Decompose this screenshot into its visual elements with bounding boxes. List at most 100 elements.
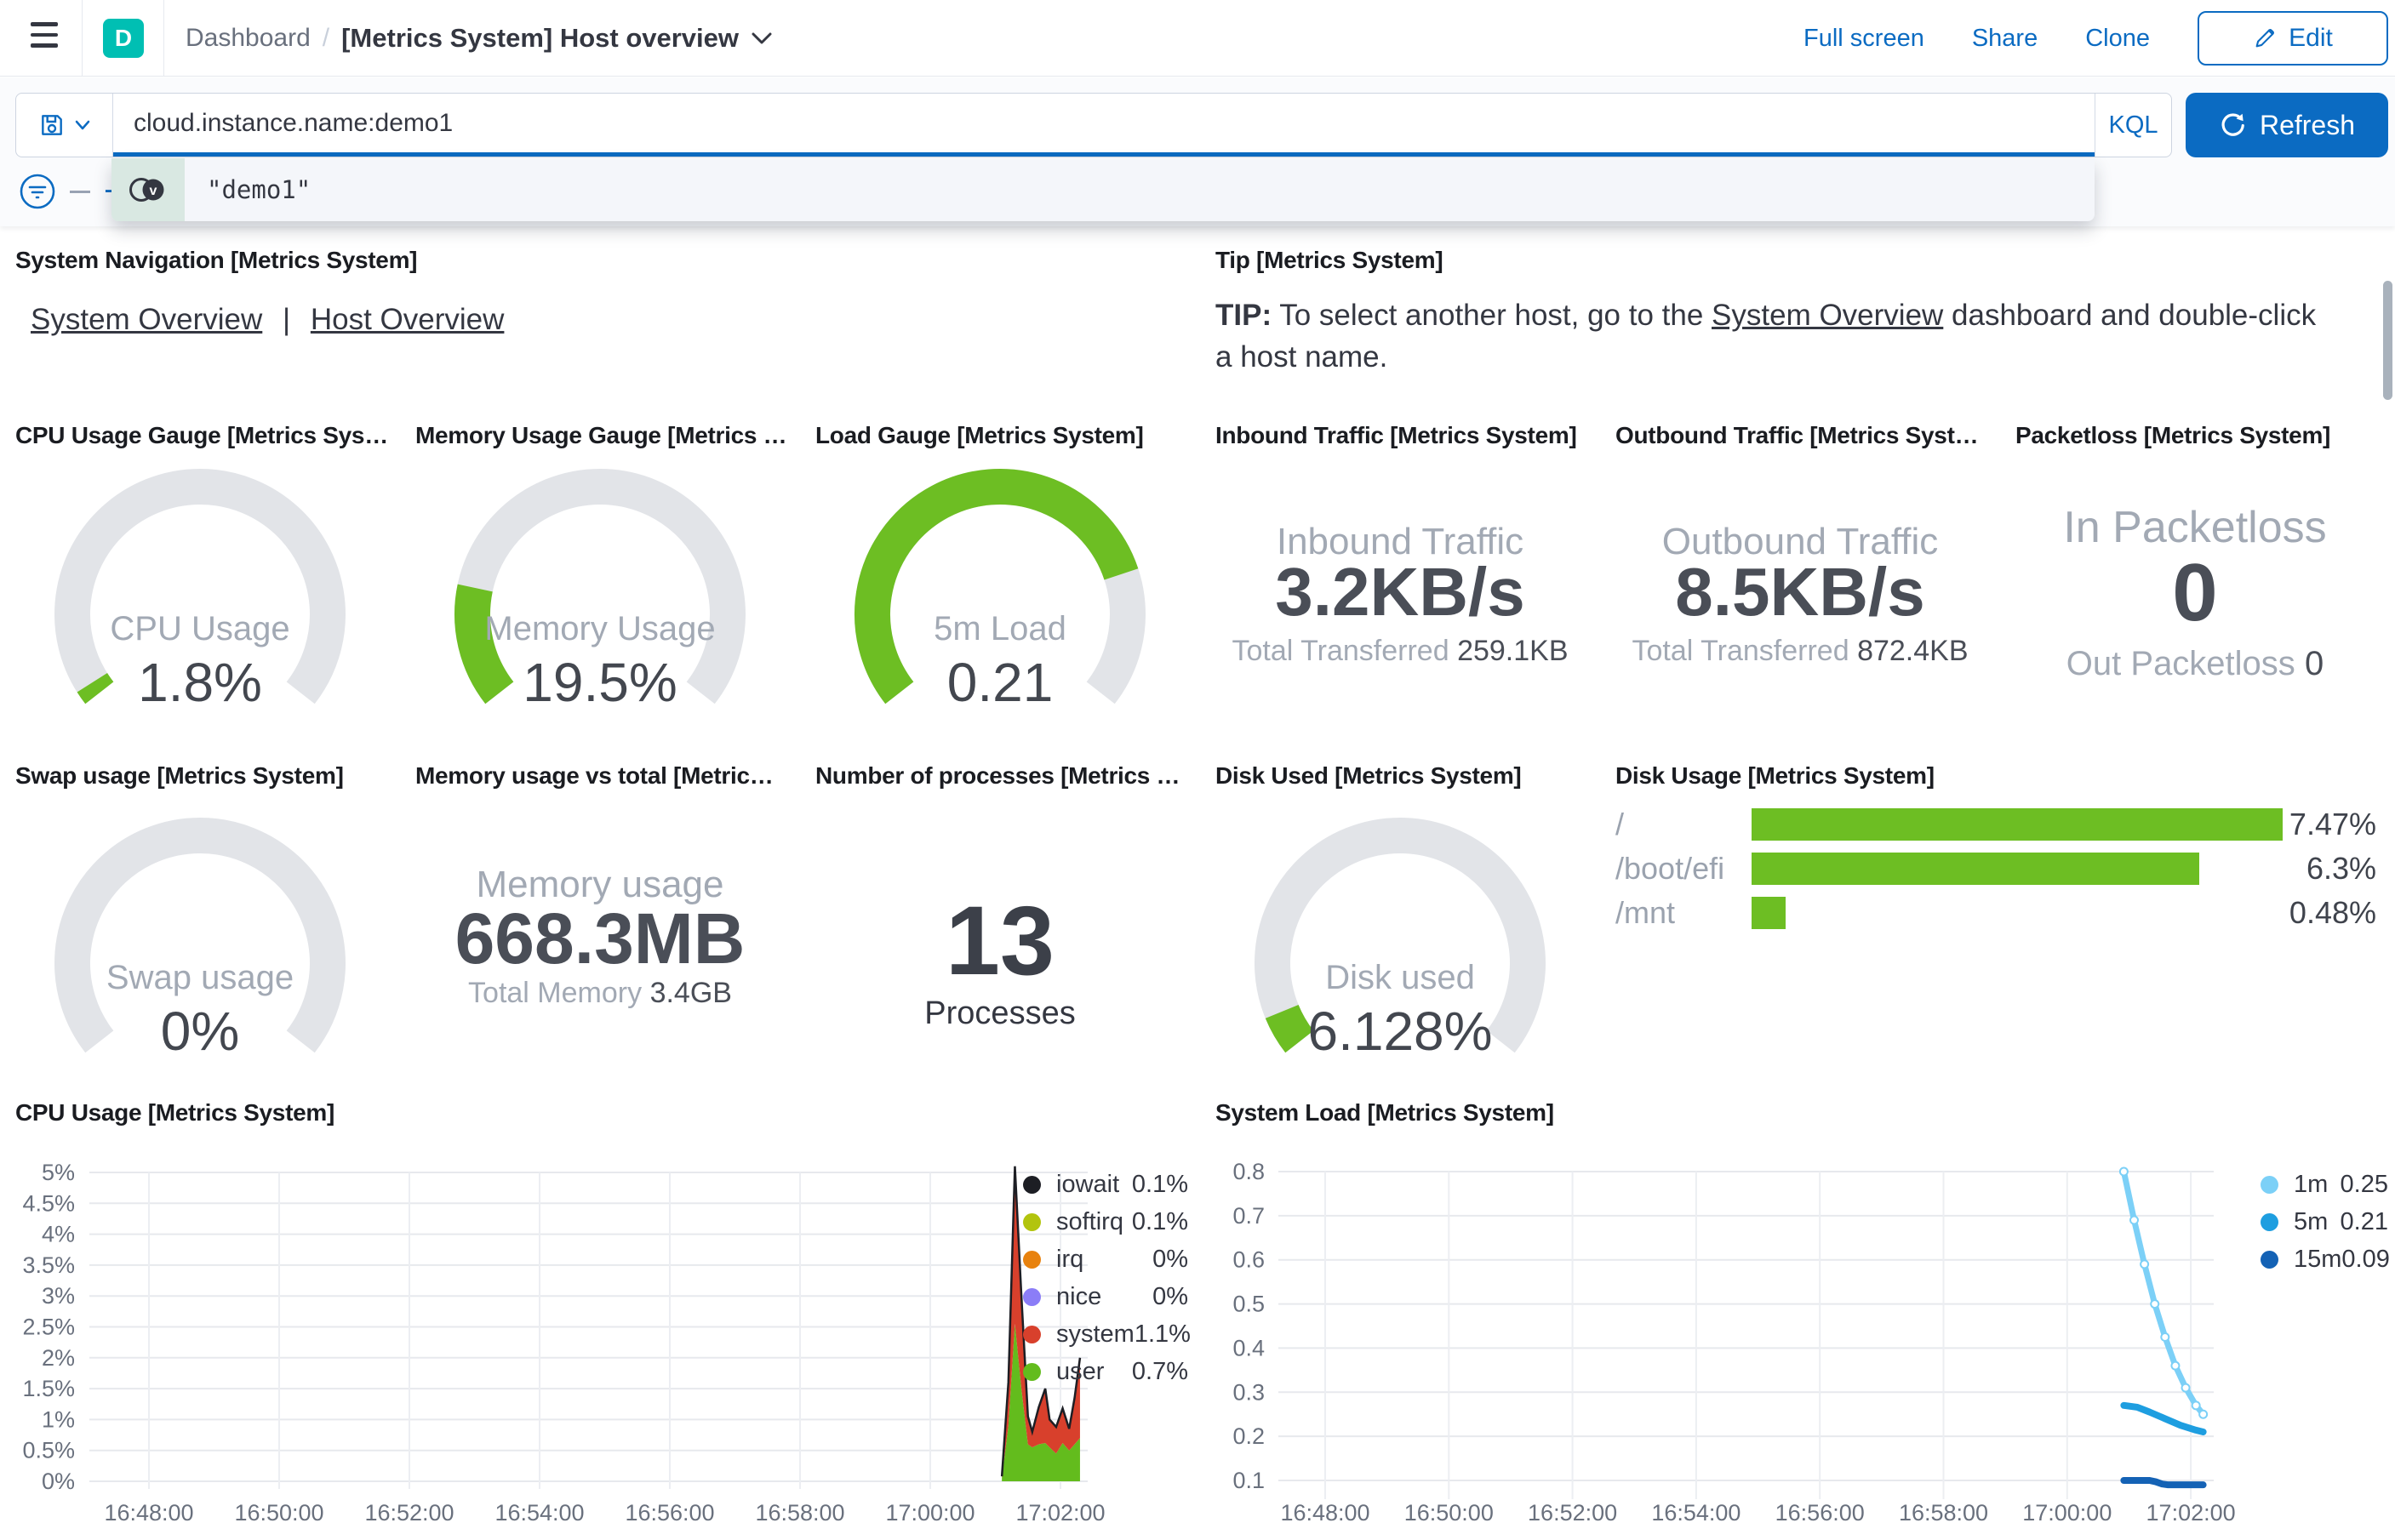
svg-text:0.5%: 0.5% xyxy=(22,1438,75,1463)
svg-text:1%: 1% xyxy=(42,1406,75,1432)
disk-usage-bar xyxy=(1752,853,2200,885)
query-input[interactable]: cloud.instance.name:demo1 xyxy=(113,94,2095,157)
host-overview-link[interactable]: Host Overview xyxy=(311,303,505,336)
panel-disk-used: Disk Used [Metrics System] Disk used 6.12… xyxy=(1200,757,1600,1081)
breadcrumb-dashboard[interactable]: Dashboard xyxy=(186,24,311,53)
svg-text:16:52:00: 16:52:00 xyxy=(364,1500,454,1526)
legend-item-5m[interactable]: 5m 0.21 xyxy=(2261,1203,2388,1241)
save-icon xyxy=(41,115,62,135)
search-bar: cloud.instance.name:demo1 KQL xyxy=(15,93,2172,157)
svg-text:4%: 4% xyxy=(42,1222,75,1247)
svg-text:0.7: 0.7 xyxy=(1232,1203,1265,1229)
chevron-down-icon xyxy=(75,120,89,130)
suggestion-row[interactable]: v xyxy=(111,158,185,221)
scrollbar-thumb[interactable] xyxy=(2383,281,2392,400)
svg-text:0.3: 0.3 xyxy=(1232,1379,1265,1405)
svg-text:1.5%: 1.5% xyxy=(22,1376,75,1401)
edit-button[interactable]: Edit xyxy=(2198,11,2388,66)
legend-dot xyxy=(2261,1175,2278,1194)
system-load-chart: 0.8 0.7 0.6 0.5 0.4 0.3 0.2 0.1 16:48:00 16:50:00… xyxy=(1232,1159,2235,1526)
svg-text:5m Load: 5m Load xyxy=(934,610,1066,647)
panel-memory-usage-gauge: Memory Usage Gauge [Metrics … Memory Usa… xyxy=(400,417,800,723)
chevron-down-icon xyxy=(752,32,772,44)
metric-label: In Packetloss xyxy=(2063,503,2327,552)
svg-text:16:58:00: 16:58:00 xyxy=(1899,1500,1988,1526)
panel-title: System Navigation [Metrics System] xyxy=(15,247,418,273)
svg-text:CPU Usage: CPU Usage xyxy=(110,610,289,647)
clone-button[interactable]: Clone xyxy=(2085,25,2150,53)
svg-text:Disk used: Disk used xyxy=(1325,959,1475,996)
full-screen-button[interactable]: Full screen xyxy=(1803,25,1924,53)
legend-item-nice[interactable]: nice 0% xyxy=(1023,1278,1188,1315)
cpu-chart-legend: iowait 0.1% softirq 0.1% irq 0% nice 0% syst… xyxy=(1023,1166,1191,1390)
metric-value: 0 xyxy=(2172,547,2218,638)
query-language-button[interactable]: KQL xyxy=(2095,94,2171,157)
svg-text:3%: 3% xyxy=(42,1283,75,1309)
menu-icon[interactable] xyxy=(31,22,58,54)
svg-text:16:58:00: 16:58:00 xyxy=(755,1500,844,1526)
cpu-usage-chart: 5% 4.5% 4% 3.5% 3% 2.5% 2% 1.5% 1% 0.5% 0% 16:48:00… xyxy=(22,1160,1105,1526)
panel-inbound-traffic: Inbound Traffic [Metrics System] Inbound… xyxy=(1200,417,1600,723)
disk-usage-row: /boot/efi 6.3% xyxy=(1615,851,2376,886)
load-gauge: 5m Load 0.21 xyxy=(855,469,1146,713)
svg-text:0.4: 0.4 xyxy=(1232,1335,1265,1360)
saved-query-menu-button[interactable] xyxy=(16,94,113,157)
refresh-button[interactable]: Refresh xyxy=(2186,93,2388,157)
breadcrumb: Dashboard / [Metrics System] Host overvi… xyxy=(186,0,773,77)
legend-item-iowait[interactable]: iowait 0.1% xyxy=(1023,1166,1188,1203)
page-title[interactable]: [Metrics System] Host overview xyxy=(341,23,773,54)
metric-value: 3.2KB/s xyxy=(1275,554,1525,630)
header-divider xyxy=(82,0,83,77)
svg-text:16:54:00: 16:54:00 xyxy=(1651,1500,1741,1526)
legend-dot xyxy=(1023,1250,1041,1269)
svg-text:6.128%: 6.128% xyxy=(1307,1001,1492,1062)
space-avatar[interactable]: D xyxy=(103,19,144,58)
panel-packetloss: Packetloss [Metrics System] In Packetlos… xyxy=(1995,417,2395,723)
metric-subtext: Total Transferred 872.4KB xyxy=(1632,635,1969,667)
svg-text:v: v xyxy=(150,184,157,198)
swap-usage-gauge: Swap usage 0% xyxy=(54,818,346,1062)
svg-text:16:50:00: 16:50:00 xyxy=(1404,1500,1494,1526)
load-chart-legend: 1m 0.25 5m 0.21 15m 0.09 xyxy=(2261,1166,2390,1278)
legend-item-15m[interactable]: 15m 0.09 xyxy=(2261,1241,2390,1278)
svg-text:Swap usage: Swap usage xyxy=(106,959,294,996)
system-overview-link[interactable]: System Overview xyxy=(31,303,262,336)
legend-dot xyxy=(1023,1175,1041,1194)
metric-subtext: Total Transferred 259.1KB xyxy=(1232,635,1569,667)
legend-item-irq[interactable]: irq 0% xyxy=(1023,1241,1188,1278)
metric-subtext: Out Packetloss 0 xyxy=(2066,645,2324,682)
legend-item-user[interactable]: user 0.7% xyxy=(1023,1353,1188,1390)
svg-text:0.21: 0.21 xyxy=(947,652,1054,713)
legend-dot xyxy=(1023,1212,1041,1231)
legend-item-1m[interactable]: 1m 0.25 xyxy=(2261,1166,2388,1203)
svg-text:0.2: 0.2 xyxy=(1232,1423,1265,1449)
panel-number-of-processes: Number of processes [Metrics … 13 Proces… xyxy=(800,757,1200,1081)
header-divider xyxy=(163,0,164,77)
filter-icon[interactable] xyxy=(19,173,56,210)
legend-item-system[interactable]: system 1.1% xyxy=(1023,1315,1191,1353)
disk-usage-bar xyxy=(1752,897,1786,929)
suggestion-value[interactable]: "demo1" xyxy=(185,158,311,221)
metric-value: 8.5KB/s xyxy=(1675,554,1925,630)
legend-item-softirq[interactable]: softirq 0.1% xyxy=(1023,1203,1188,1241)
svg-text:1.8%: 1.8% xyxy=(138,652,262,713)
share-button[interactable]: Share xyxy=(1972,25,2038,53)
disk-used-gauge: Disk used 6.128% xyxy=(1255,818,1546,1062)
svg-text:16:54:00: 16:54:00 xyxy=(494,1500,584,1526)
legend-dot xyxy=(1023,1287,1041,1306)
system-navigation-links: System Overview | Host Overview xyxy=(31,303,505,336)
panel-swap-usage: Swap usage [Metrics System] Swap usage 0% xyxy=(0,757,400,1081)
legend-dot xyxy=(2261,1250,2278,1269)
top-header: D Dashboard / [Metrics System] Host over… xyxy=(0,0,2395,77)
query-suggestion-popover: v "demo1" xyxy=(111,158,2095,221)
svg-text:16:48:00: 16:48:00 xyxy=(1280,1500,1369,1526)
memory-usage-gauge: Memory Usage 19.5% xyxy=(454,469,746,713)
svg-text:17:00:00: 17:00:00 xyxy=(885,1500,975,1526)
panel-outbound-traffic: Outbound Traffic [Metrics Syst… Outbound… xyxy=(1600,417,2000,723)
system-overview-link[interactable]: System Overview xyxy=(1712,299,1943,332)
cpu-usage-gauge: CPU Usage 1.8% xyxy=(54,469,346,713)
svg-text:0.6: 0.6 xyxy=(1232,1247,1265,1273)
svg-text:2.5%: 2.5% xyxy=(22,1315,75,1340)
svg-text:4.5%: 4.5% xyxy=(22,1190,75,1216)
svg-text:2%: 2% xyxy=(42,1345,75,1371)
